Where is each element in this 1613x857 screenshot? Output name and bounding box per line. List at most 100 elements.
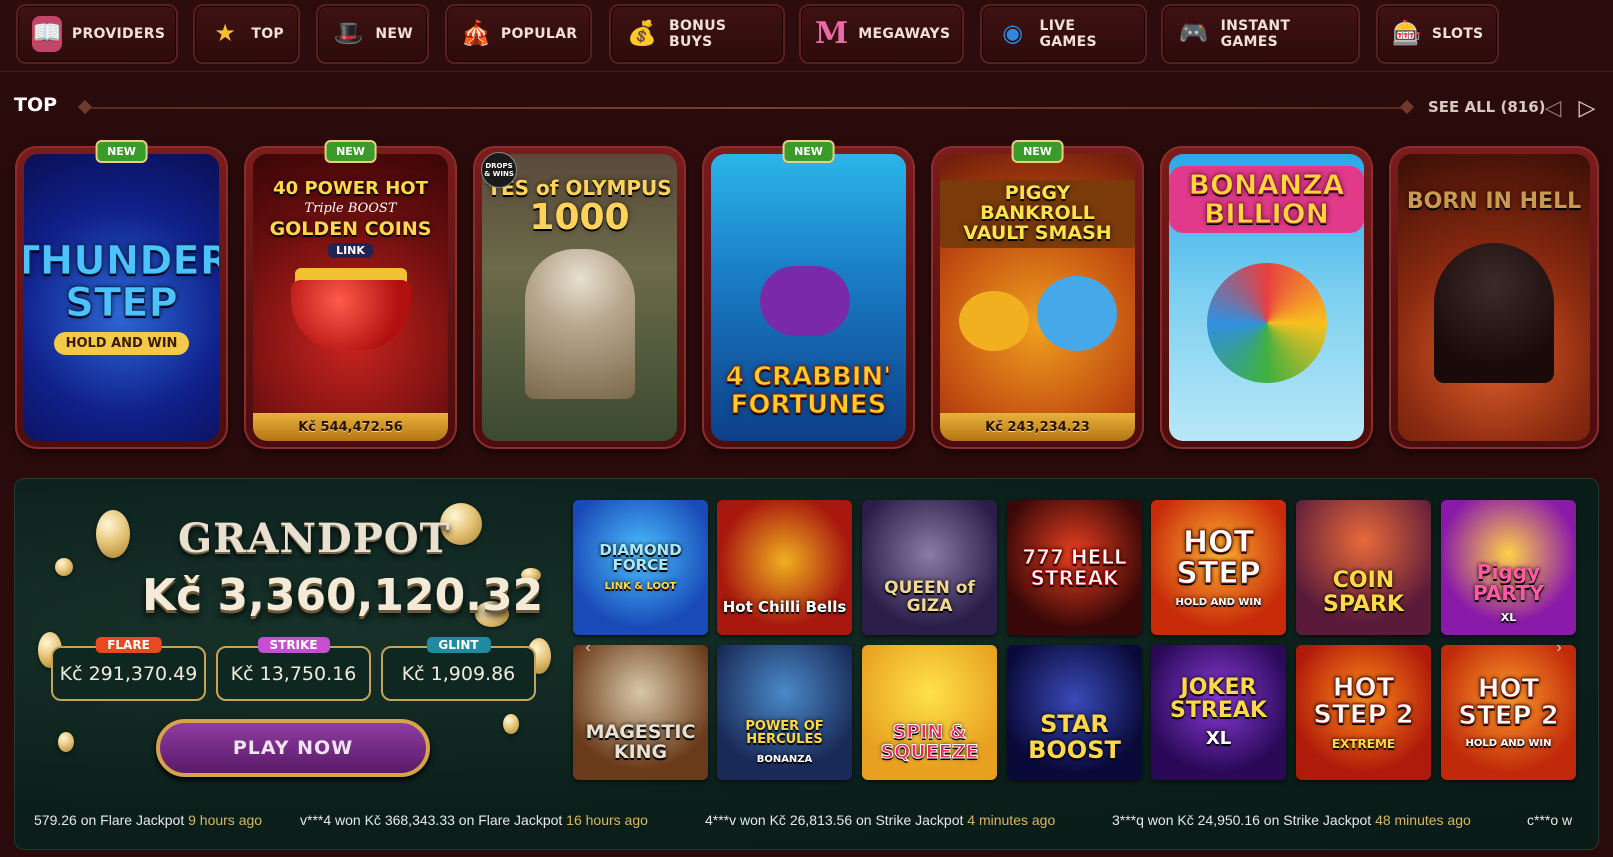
nav-top[interactable]: ★ TOP [193, 4, 300, 64]
tile-title: SPIN & SQUEEZE [880, 720, 979, 763]
tier-label: FLARE [95, 637, 162, 653]
chevron-left-icon[interactable]: ‹ [581, 638, 595, 658]
joystick-icon: 🎮 [1178, 20, 1209, 47]
game-art: BONANZA BILLION [1169, 154, 1364, 441]
game-card-thunder-step[interactable]: THUNDER STEP HOLD AND WIN NEW [15, 140, 228, 449]
chevron-left-icon[interactable]: ◁ [1540, 96, 1566, 120]
game-tile-joker-streak[interactable]: JOKER STREAK XL [1151, 645, 1286, 780]
card-jackpot: Kč 243,234.23 [940, 413, 1135, 441]
nav-label: LIVE GAMES [1039, 18, 1097, 50]
nav-label: MEGAWAYS [858, 26, 951, 42]
section-title: TOP [14, 94, 58, 116]
jackpot-ticker: 579.26 on Flare Jackpot 9 hours ago v***… [14, 806, 1599, 834]
play-now-button[interactable]: PLAY NOW [156, 719, 430, 777]
megaways-m-icon: M [815, 16, 849, 51]
tile-title: STAR BOOST [1028, 710, 1121, 764]
see-all-link[interactable]: SEE ALL (816) [1428, 98, 1546, 116]
casino-chip-icon: ◉ [1002, 20, 1024, 47]
nav-label: BONUS BUYS [669, 18, 727, 50]
game-tile-coin-spark[interactable]: COIN SPARK [1296, 500, 1431, 635]
tile-title: DIAMOND FORCE [599, 540, 682, 575]
magic-hat-icon: 🎩 [333, 20, 364, 47]
game-tile-piggy-party[interactable]: Piggy PARTY XL [1441, 500, 1576, 635]
game-title: 4 CRABBIN' FORTUNES [725, 362, 892, 420]
tile-subtitle: EXTREME [1331, 736, 1396, 751]
tile-subtitle: HOLD AND WIN [1465, 737, 1552, 749]
game-tile-power-of-hercules[interactable]: POWER OF HERCULES BONANZA [717, 645, 852, 780]
game-tile-diamond-force[interactable]: DIAMOND FORCE LINK & LOOT [573, 500, 708, 635]
game-title: BONANZA BILLION [1169, 166, 1364, 233]
game-subtitle: 1000 [529, 197, 630, 238]
chevron-right-icon[interactable]: › [1552, 638, 1566, 658]
nav-label: TOP [251, 26, 284, 42]
book-icon: 📖 [32, 16, 62, 52]
game-tile-queen-of-giza[interactable]: QUEEN of GIZA [862, 500, 997, 635]
game-tile-star-boost[interactable]: STAR BOOST [1007, 645, 1142, 780]
nav-label: PROVIDERS [71, 26, 166, 42]
tile-title: Piggy PARTY [1473, 559, 1544, 605]
tile-title: HOT STEP 2 [1458, 673, 1559, 732]
nav-instant-games[interactable]: 🎮 INSTANT GAMES [1161, 4, 1360, 64]
ticker-item: 4***v won Kč 26,813.56 on Strike Jackpot… [705, 812, 1055, 828]
ticker-time: 9 hours ago [188, 812, 263, 828]
new-badge: NEW [782, 140, 835, 163]
ticker-time: 48 minutes ago [1375, 812, 1471, 828]
game-title: BORN IN HELL [1406, 189, 1582, 214]
nav-popular[interactable]: 🎪 POPULAR [445, 4, 592, 64]
tile-subtitle: BONANZA [756, 753, 813, 765]
game-tile-magestic-king[interactable]: MAGESTIC KING [573, 645, 708, 780]
game-tile-spin-squeeze[interactable]: SPIN & SQUEEZE [862, 645, 997, 780]
tile-title: HOT STEP [1176, 524, 1262, 592]
game-art: BORN IN HELL [1398, 154, 1590, 441]
zeus-figure-icon [524, 248, 635, 399]
coin-icon [58, 732, 74, 752]
tier-flare: FLARE Kč 291,370.49 [51, 637, 206, 701]
nav-new[interactable]: 🎩 NEW [316, 4, 429, 64]
game-subtitle: HOLD AND WIN [53, 332, 190, 355]
game-tile-hot-chilli-bells[interactable]: Hot Chilli Bells [717, 500, 852, 635]
game-art: PIGGY BANKROLL VAULT SMASH [940, 154, 1135, 441]
game-card-40-power-hot[interactable]: 40 POWER HOT Triple BOOST GOLDEN COINS L… [244, 140, 457, 449]
tile-title: COIN SPARK [1323, 568, 1404, 617]
tile-title: HOT STEP 2 [1313, 672, 1414, 731]
coin-icon [55, 558, 73, 576]
tile-title: POWER OF HERCULES [745, 718, 824, 748]
game-card-gates-of-olympus-1000[interactable]: TES of OLYMPUS 1000 DROPS & WINS [473, 146, 686, 449]
candy-wheel-icon [1206, 262, 1327, 383]
ticker-item: v***4 won Kč 368,343.33 on Flare Jackpot… [300, 812, 648, 828]
game-card-born-in-hell[interactable]: BORN IN HELL [1389, 146, 1599, 449]
coin-icon [503, 714, 519, 734]
category-nav: 📖 PROVIDERS ★ TOP 🎩 NEW 🎪 POPULAR 💰 BONU… [0, 0, 1613, 72]
ticker-text: 4***v won Kč 26,813.56 on Strike Jackpot [705, 812, 964, 828]
ticker-item: c***o w [1527, 812, 1572, 828]
tier-value: Kč 291,370.49 [59, 662, 198, 685]
game-tile-hot-step[interactable]: HOT STEP HOLD AND WIN [1151, 500, 1286, 635]
game-card-4-crabbin-fortunes[interactable]: 4 CRABBIN' FORTUNES NEW [702, 140, 915, 449]
game-card-bonanza-billion[interactable]: BONANZA BILLION [1160, 146, 1373, 449]
ticker-item: 579.26 on Flare Jackpot 9 hours ago [34, 812, 262, 828]
ticker-text: c***o w [1527, 812, 1573, 828]
ticker-time: 16 hours ago [566, 812, 648, 828]
tile-subtitle: XL [1205, 728, 1232, 750]
tile-title: MAGESTIC KING [585, 720, 696, 763]
new-badge: NEW [324, 140, 377, 163]
tier-value: Kč 1,909.86 [401, 662, 516, 685]
game-subtitle-3: LINK [328, 242, 373, 258]
star-icon: ★ [214, 20, 236, 47]
game-card-piggy-bankroll[interactable]: PIGGY BANKROLL VAULT SMASH Kč 243,234.23… [931, 140, 1144, 449]
nav-label: SLOTS [1431, 26, 1484, 42]
nav-live-games[interactable]: ◉ LIVE GAMES [980, 4, 1147, 64]
nav-megaways[interactable]: M MEGAWAYS [799, 4, 964, 64]
chevron-right-icon[interactable]: ▷ [1574, 96, 1600, 120]
nav-bonus-buys[interactable]: 💰 BONUS BUYS [609, 4, 785, 64]
crab-character-icon [760, 266, 850, 336]
nav-slots[interactable]: 🎰 SLOTS [1376, 4, 1499, 64]
nav-providers[interactable]: 📖 PROVIDERS [16, 4, 178, 64]
jester-hat-icon: 🎪 [461, 20, 491, 47]
new-badge: NEW [95, 140, 148, 163]
game-art: TES of OLYMPUS 1000 [482, 154, 677, 441]
new-badge: NEW [1011, 140, 1064, 163]
game-tile-hell-streak[interactable]: 777 HELL STREAK [1007, 500, 1142, 635]
game-tile-hot-step-2[interactable]: HOT STEP 2 HOLD AND WIN [1441, 645, 1576, 780]
game-tile-hot-step-2-extreme[interactable]: HOT STEP 2 EXTREME [1296, 645, 1431, 780]
